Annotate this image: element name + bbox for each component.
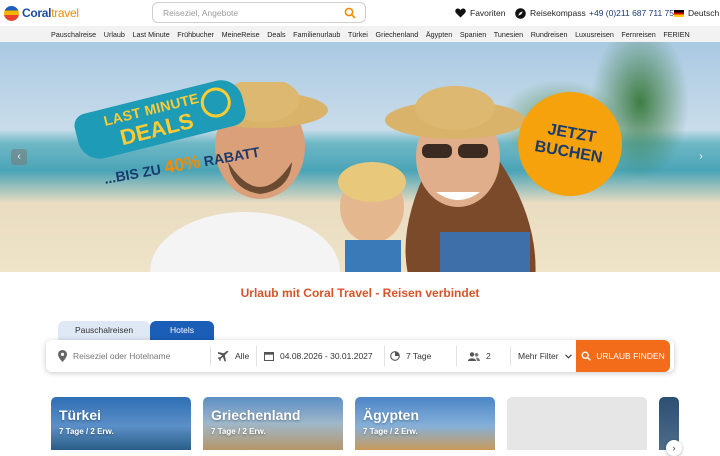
main-navigation: Pauschalreise Urlaub Last Minute Frühbucher… <box>0 26 720 42</box>
nav-item[interactable]: Spanien <box>460 30 486 39</box>
search-icon[interactable] <box>344 7 356 19</box>
nav-item[interactable]: Griechenland <box>375 30 418 39</box>
destination-card-tuerkei[interactable]: Türkei 7 Tage / 2 Erw. <box>51 397 191 450</box>
carousel-prev-button[interactable]: ‹ <box>11 149 27 165</box>
destination-card-loading[interactable] <box>507 397 647 450</box>
transport-select[interactable]: Alle <box>218 340 258 372</box>
coral-travel-logo[interactable]: Coraltravel <box>4 4 79 22</box>
nav-item[interactable]: Luxusreisen <box>575 30 614 39</box>
airplane-icon <box>218 350 229 361</box>
date-range-field[interactable]: 04.08.2026 - 30.01.2027 <box>264 340 384 372</box>
german-flag-icon <box>674 9 684 17</box>
destination-placeholder: Reiseziel oder Hotelname <box>73 351 171 361</box>
card-title: Türkei <box>59 407 102 423</box>
favorites-link[interactable]: Favoriten <box>455 7 505 19</box>
carousel-next-button[interactable]: › <box>693 149 709 165</box>
divider <box>384 346 385 366</box>
nav-item[interactable]: Ägypten <box>426 30 452 39</box>
card-subtitle: 7 Tage / 2 Erw. <box>211 427 266 436</box>
clock-icon <box>390 351 400 361</box>
logo-text: Coraltravel <box>22 6 79 20</box>
top-header: Coraltravel Favoriten Reisekompass +49 (… <box>0 0 720 26</box>
destination-field[interactable]: Reiseziel oder Hotelname <box>58 340 218 372</box>
divider <box>510 346 511 366</box>
nav-item[interactable]: Tunesien <box>494 30 523 39</box>
travel-search-bar: Reiseziel oder Hotelname Alle 04.08.2026… <box>46 340 674 372</box>
nav-item[interactable]: FERIEN <box>663 30 689 39</box>
nav-item[interactable]: Deals <box>267 30 285 39</box>
calendar-icon <box>264 352 274 361</box>
search-input[interactable] <box>163 6 343 20</box>
nav-item[interactable]: Fernreisen <box>621 30 655 39</box>
divider <box>456 346 457 366</box>
destination-card-griechenland[interactable]: Griechenland 7 Tage / 2 Erw. <box>203 397 343 450</box>
duration-field[interactable]: 7 Tage <box>390 340 470 372</box>
nav-item[interactable]: Last Minute <box>133 30 170 39</box>
reisekompass-link[interactable]: Reisekompass <box>515 7 586 19</box>
language-label: Deutsch <box>688 8 720 18</box>
tab-hotels[interactable]: Hotels <box>150 321 214 340</box>
nav-item[interactable]: Rundreisen <box>531 30 568 39</box>
chevron-down-icon <box>564 353 572 359</box>
nav-item[interactable]: Frühbucher <box>177 30 214 39</box>
persons-icon <box>468 351 480 361</box>
duration-value: 7 Tage <box>406 351 432 361</box>
destination-card-aegypten[interactable]: Ägypten 7 Tage / 2 Erw. <box>355 397 495 450</box>
divider <box>256 346 257 366</box>
nav-item[interactable]: Familienurlaub <box>293 30 340 39</box>
language-selector[interactable]: Deutsch <box>674 7 719 19</box>
more-filter-label: Mehr Filter <box>518 351 559 361</box>
nav-item[interactable]: MeineReise <box>222 30 260 39</box>
more-filter-dropdown[interactable]: Mehr Filter <box>518 340 578 372</box>
compass-icon <box>515 7 526 19</box>
date-range-value: 04.08.2026 - 30.01.2027 <box>280 351 373 361</box>
logo-icon <box>4 5 19 21</box>
jetzt-buchen-label: JETZT BUCHEN <box>533 121 604 167</box>
transport-value: Alle <box>235 351 250 361</box>
heart-icon <box>455 8 466 18</box>
urlaub-finden-button[interactable]: URLAUB FINDEN <box>576 340 670 372</box>
search-icon <box>581 351 592 361</box>
card-title: Griechenland <box>211 407 301 423</box>
favorites-label: Favoriten <box>470 8 506 18</box>
tagline: Urlaub mit Coral Travel - Reisen verbind… <box>240 286 480 300</box>
location-pin-icon <box>58 350 67 362</box>
hero-banner[interactable]: ‹ › LAST MINUTE DEALS ...BIS ZU 40% RABA… <box>0 42 720 272</box>
reisekompass-label: Reisekompass <box>530 8 586 18</box>
site-search <box>152 2 366 23</box>
phone-number[interactable]: +49 (0)211 687 711 75 <box>589 7 674 19</box>
urlaub-finden-label: URLAUB FINDEN <box>596 351 665 361</box>
tab-pauschalreisen[interactable]: Pauschalreisen <box>58 321 150 340</box>
card-subtitle: 7 Tage / 2 Erw. <box>59 427 114 436</box>
nav-item[interactable]: Türkei <box>348 30 368 39</box>
persons-value: 2 <box>486 351 491 361</box>
card-subtitle: 7 Tage / 2 Erw. <box>363 427 418 436</box>
nav-item[interactable]: Urlaub <box>104 30 125 39</box>
divider <box>210 346 211 366</box>
cards-next-button[interactable]: › <box>666 440 682 456</box>
nav-item[interactable]: Pauschalreise <box>51 30 96 39</box>
card-title: Ägypten <box>363 407 419 423</box>
